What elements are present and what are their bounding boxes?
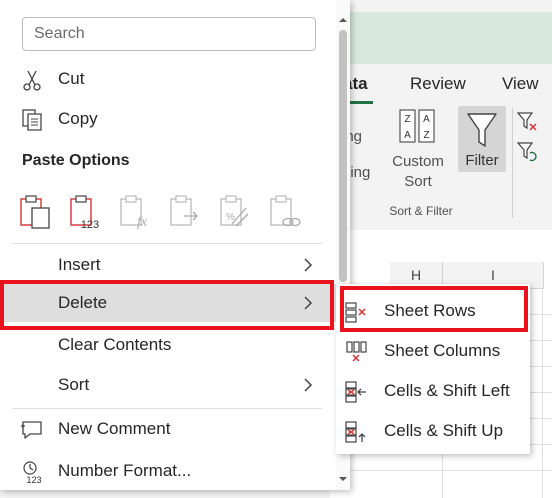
sheet-rows-label: Sheet Rows [384,301,476,320]
copy-label: Copy [58,109,98,128]
paste-icon[interactable] [18,194,52,230]
grid-line [542,288,543,498]
search-input[interactable] [22,17,316,51]
svg-text:Z: Z [404,114,410,125]
tab-review[interactable]: Review [410,74,466,94]
filter-label: Filter [465,152,499,169]
paste-formulas-icon[interactable]: fx [118,194,152,230]
delete-label: Delete [58,293,108,312]
reapply-filter-icon[interactable] [516,140,538,162]
delete-submenu: Sheet Rows Sheet Columns Cells & Shift L… [336,284,530,454]
cells-shift-left-label: Cells & Shift Left [384,381,510,400]
submenu-item-sheet-rows[interactable]: Sheet Rows [336,292,530,330]
scrollbar-thumb[interactable] [339,30,347,282]
title-bar [330,12,552,64]
chevron-right-icon [304,258,313,272]
new-comment-label: New Comment [58,419,171,438]
delete-cells-shift-up-icon [345,421,366,443]
number-format-icon: 123 [23,461,42,484]
menu-item-number-format[interactable]: 123 Number Format... [0,452,336,490]
menu-item-sort[interactable]: Sort [0,366,336,404]
sort-label: Sort [58,375,90,394]
menu-item-copy[interactable]: Copy [0,100,336,138]
grid-line [330,470,552,471]
scroll-up-arrow-icon[interactable] [338,15,348,25]
svg-text:123: 123 [26,475,41,484]
custom-sort-button[interactable]: Custom Sort [388,152,448,192]
context-menu: Cut Copy Paste Options 123 fx % [0,0,350,490]
paste-link-icon[interactable] [268,194,302,230]
menu-item-delete[interactable]: Delete [0,284,336,322]
menu-item-cut[interactable]: Cut [0,60,336,98]
menu-item-insert[interactable]: Insert [0,246,336,284]
submenu-item-cells-shift-left[interactable]: Cells & Shift Left [336,372,530,410]
delete-cells-shift-left-icon [345,381,366,403]
submenu-item-cells-shift-up[interactable]: Cells & Shift Up [336,412,530,450]
copy-icon [22,109,42,131]
svg-text:fx: fx [137,215,148,230]
custom-sort-icon: Z A A Z [399,109,435,143]
cut-label: Cut [58,69,85,88]
svg-text:123: 123 [81,219,99,230]
paste-options-title: Paste Options [22,152,130,169]
scroll-down-arrow-icon[interactable] [338,474,348,484]
svg-text:A: A [423,114,430,125]
submenu-item-sheet-columns[interactable]: Sheet Columns [336,332,530,370]
sheet-columns-label: Sheet Columns [384,341,501,360]
svg-text:A: A [404,130,411,141]
delete-sheet-rows-icon [345,302,366,323]
number-format-label: Number Format... [58,461,192,480]
svg-text:Z: Z [423,130,429,141]
tab-view[interactable]: View [502,74,539,94]
scissors-icon [23,70,41,91]
sort-filter-group-label: Sort & Filter [389,204,453,218]
menu-item-new-comment[interactable]: New Comment [0,410,336,448]
paste-formatting-icon[interactable]: % [218,194,252,230]
paste-values-icon[interactable]: 123 [68,194,102,230]
ribbon-separator [512,108,513,218]
delete-sheet-columns-icon [346,341,367,362]
menu-divider [12,243,322,244]
svg-text:%: % [226,212,235,223]
clear-filter-icon[interactable] [516,110,538,132]
filter-icon [467,113,497,147]
clear-contents-label: Clear Contents [58,335,172,354]
menu-item-clear-contents[interactable]: Clear Contents [0,326,336,364]
insert-label: Insert [58,255,101,274]
comment-icon [21,421,42,439]
menu-divider [12,408,322,409]
paste-transpose-icon[interactable] [168,194,202,230]
chevron-right-icon [304,378,313,392]
chevron-right-icon [304,296,313,310]
cells-shift-up-label: Cells & Shift Up [384,421,504,440]
